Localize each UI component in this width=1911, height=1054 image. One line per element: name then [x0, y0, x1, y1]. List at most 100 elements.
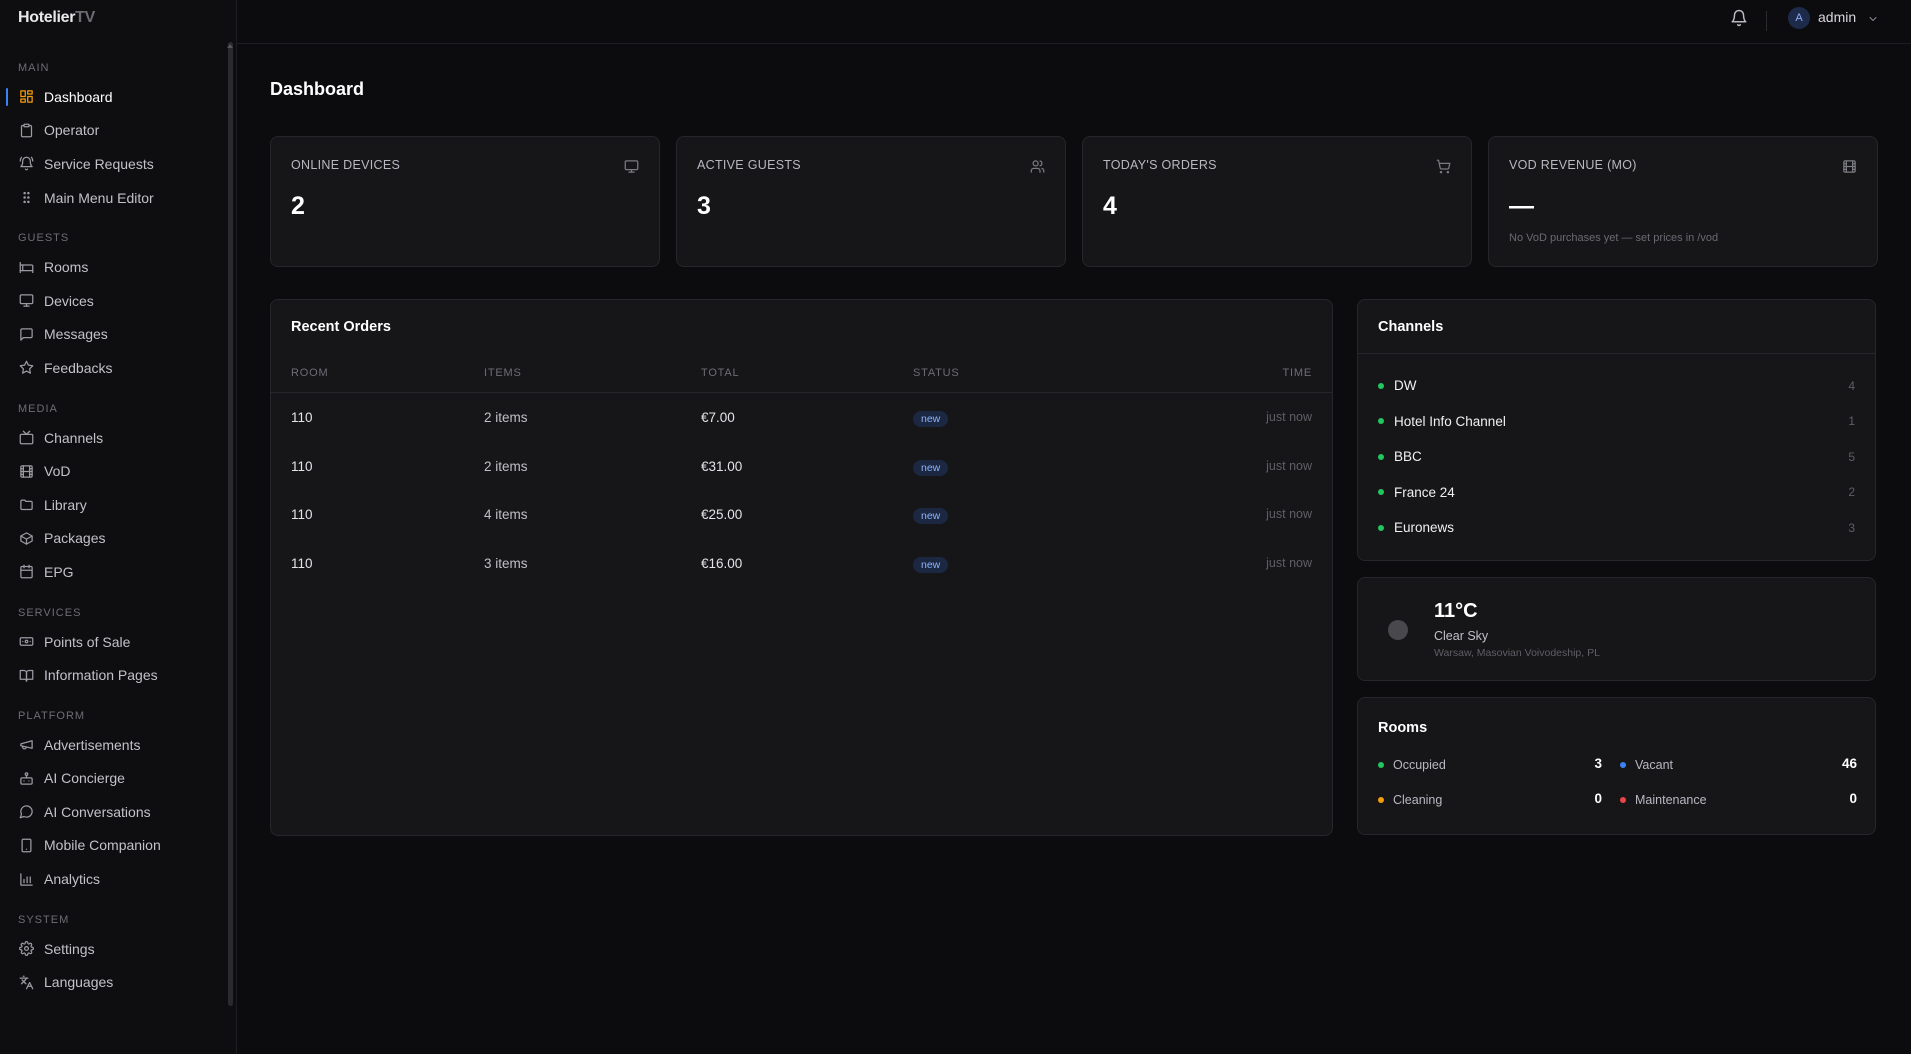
column-header-items[interactable]: ITEMS	[484, 367, 522, 379]
column-header-status[interactable]: STATUS	[913, 367, 960, 379]
stat-subtext: No VoD purchases yet — set prices in /vo…	[1509, 232, 1719, 244]
sidebar-nav: MAIN Dashboard Operator Service Requests Mai…	[0, 56, 228, 999]
sidebar-item-label: Channels	[44, 429, 104, 446]
sidebar-item-settings[interactable]: Settings	[0, 932, 228, 966]
room-stat-value: 0	[1849, 791, 1857, 806]
sidebar-item-label: AI Conversations	[44, 803, 151, 820]
sidebar-item-label: Library	[44, 496, 87, 513]
sidebar-item-channels[interactable]: Channels	[0, 421, 228, 455]
status-badge: new	[913, 411, 949, 427]
avatar[interactable]: A	[1788, 7, 1810, 29]
orders-table-header: ROOM ITEMS TOTAL STATUS TIME	[271, 354, 1332, 393]
sidebar-item-analytics[interactable]: Analytics	[0, 862, 228, 896]
order-room: 110	[291, 458, 313, 474]
smartphone-icon	[18, 837, 34, 853]
channel-count: 3	[1848, 520, 1855, 535]
stat-value: —	[1509, 192, 1534, 220]
weather-icon	[1388, 620, 1408, 640]
nav-section-title: GUESTS	[18, 232, 70, 245]
sidebar-item-advertisements[interactable]: Advertisements	[0, 728, 228, 762]
user-menu-name[interactable]: admin	[1818, 9, 1856, 25]
status-dot	[1378, 382, 1384, 389]
sidebar-item-messages[interactable]: Messages	[0, 318, 228, 352]
bell-icon[interactable]	[1730, 9, 1748, 27]
sidebar-item-epg[interactable]: EPG	[0, 555, 228, 589]
chevron-down-icon[interactable]	[1867, 12, 1879, 24]
list-item[interactable]: Hotel Info Channel 1	[1378, 404, 1855, 439]
column-header-time[interactable]: TIME	[1283, 367, 1312, 379]
order-total: €31.00	[701, 458, 743, 474]
channel-count: 2	[1848, 485, 1855, 500]
sidebar-item-label: Information Pages	[44, 667, 158, 684]
table-row[interactable]: 110 4 items €25.00 new just now	[271, 491, 1332, 539]
sidebar-item-ai-concierge[interactable]: AI Concierge	[0, 762, 228, 796]
bar-chart-icon	[18, 871, 34, 887]
sidebar-scrollbar[interactable]	[228, 42, 233, 1006]
sidebar-item-library[interactable]: Library	[0, 488, 228, 522]
stat-card-vod-revenue-mo: VOD REVENUE (MO) — No VoD purchases yet — …	[1488, 136, 1878, 267]
sidebar-item-ai-conversations[interactable]: AI Conversations	[0, 795, 228, 829]
brand-logo[interactable]: HotelierTV	[18, 9, 95, 27]
channel-count: 5	[1848, 449, 1855, 464]
list-item[interactable]: DW 4	[1378, 368, 1855, 403]
message-icon	[18, 326, 34, 342]
sidebar-item-label: Points of Sale	[44, 633, 131, 650]
scroll-up-arrow-icon[interactable]	[227, 44, 233, 48]
sidebar-item-label: Languages	[44, 974, 114, 991]
table-row[interactable]: 110 3 items €16.00 new just now	[271, 540, 1332, 588]
grid-icon	[18, 89, 34, 105]
table-row[interactable]: 110 2 items €31.00 new just now	[271, 443, 1332, 491]
sidebar-item-service-requests[interactable]: Service Requests	[0, 147, 228, 181]
sidebar-item-label: Rooms	[44, 259, 89, 276]
sidebar-item-mobile-companion[interactable]: Mobile Companion	[0, 829, 228, 863]
banknote-icon	[18, 634, 34, 650]
stat-card-active-guests: ACTIVE GUESTS 3	[676, 136, 1066, 267]
bed-icon	[18, 259, 34, 275]
sidebar-item-main-menu-editor[interactable]: Main Menu Editor	[0, 181, 228, 215]
status-dot	[1378, 797, 1384, 803]
clipboard-icon	[18, 122, 34, 138]
status-dot	[1378, 453, 1384, 460]
sidebar-item-points-of-sale[interactable]: Points of Sale	[0, 625, 228, 659]
order-time: just now	[1266, 410, 1312, 424]
room-stat-vacant: Vacant	[1620, 755, 1673, 775]
status-dot	[1378, 524, 1384, 531]
room-stat-label: Occupied	[1393, 758, 1446, 772]
channel-count: 4	[1848, 378, 1855, 393]
weather-temperature: 11°C	[1434, 600, 1478, 622]
column-header-room[interactable]: ROOM	[291, 367, 328, 379]
list-item[interactable]: BBC 5	[1378, 439, 1855, 474]
list-item[interactable]: Euronews 3	[1378, 510, 1855, 545]
room-stat-label: Vacant	[1635, 758, 1673, 772]
table-row[interactable]: 110 2 items €7.00 new just now	[271, 394, 1332, 442]
sidebar-item-languages[interactable]: Languages	[0, 965, 228, 999]
rooms-title: Rooms	[1378, 720, 1428, 736]
order-room: 110	[291, 410, 313, 425]
list-item[interactable]: France 24 2	[1378, 475, 1855, 510]
sidebar-item-feedbacks[interactable]: Feedbacks	[0, 351, 228, 385]
sidebar-item-label: Feedbacks	[44, 359, 113, 376]
sidebar-item-operator[interactable]: Operator	[0, 114, 228, 148]
room-stat-cleaning: Cleaning	[1378, 790, 1442, 810]
sidebar-item-dashboard[interactable]: Dashboard	[0, 80, 228, 114]
sidebar-item-label: AI Concierge	[44, 770, 125, 787]
nav-section-title: MEDIA	[18, 402, 58, 415]
stat-value: 2	[291, 192, 305, 220]
order-items: 3 items	[484, 555, 528, 571]
sidebar-item-packages[interactable]: Packages	[0, 522, 228, 556]
column-header-total[interactable]: TOTAL	[701, 367, 739, 379]
sidebar-item-rooms[interactable]: Rooms	[0, 250, 228, 284]
order-total: €16.00	[701, 555, 743, 571]
room-stat-maintenance: Maintenance	[1620, 790, 1707, 810]
order-total: €7.00	[701, 410, 735, 425]
tv-icon	[18, 430, 34, 446]
sidebar-item-information-pages[interactable]: Information Pages	[0, 658, 228, 692]
grip-icon	[18, 190, 34, 206]
sidebar-item-vod[interactable]: VoD	[0, 454, 228, 488]
book-icon	[18, 667, 34, 683]
nav-section-title: MAIN	[18, 62, 50, 74]
status-badge: new	[913, 508, 949, 524]
weather-location: Warsaw, Masovian Voivodeship, PL	[1434, 647, 1600, 659]
sidebar-item-devices[interactable]: Devices	[0, 284, 228, 318]
